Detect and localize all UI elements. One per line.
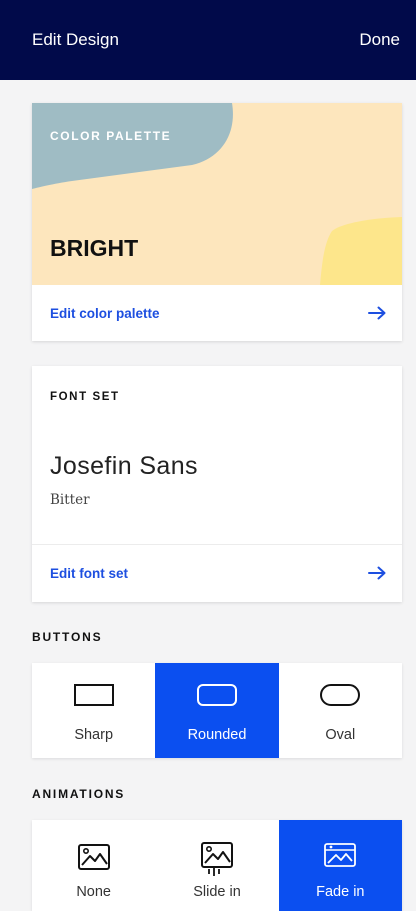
- animations-section-title: ANIMATIONS: [32, 787, 126, 801]
- option-label: Sharp: [74, 727, 114, 743]
- option-label: None: [76, 884, 111, 900]
- oval-icon: [320, 681, 361, 709]
- arrow-right-icon: [368, 566, 386, 580]
- button-style-rounded[interactable]: Rounded: [155, 663, 279, 758]
- palette-yellow-shape: [320, 217, 402, 285]
- color-palette-card: COLOR PALETTE BRIGHT Edit color palette: [32, 103, 402, 341]
- animation-selector: None Slide in Fade in: [32, 820, 402, 911]
- option-label: Oval: [325, 727, 356, 743]
- arrow-right-icon: [368, 306, 386, 320]
- primary-font-name: Josefin Sans: [50, 452, 198, 480]
- palette-blue-shape: [32, 103, 233, 189]
- animation-none[interactable]: None: [32, 820, 155, 911]
- edit-font-set-label: Edit font set: [50, 565, 128, 581]
- image-slide-icon: [200, 842, 233, 876]
- button-style-oval[interactable]: Oval: [279, 663, 402, 758]
- top-bar: Edit Design Done: [0, 0, 416, 80]
- sharp-rectangle-icon: [73, 681, 114, 709]
- palette-section-label: COLOR PALETTE: [50, 129, 172, 143]
- secondary-font-name: Bitter: [50, 492, 90, 508]
- option-label: Rounded: [187, 727, 247, 743]
- edit-font-set-link[interactable]: Edit font set: [32, 544, 402, 602]
- animation-fade-in[interactable]: Fade in: [278, 820, 402, 911]
- rounded-rectangle-icon: [196, 681, 237, 709]
- button-style-sharp[interactable]: Sharp: [32, 663, 155, 758]
- font-set-card: FONT SET Josefin Sans Bitter Edit font s…: [32, 366, 402, 602]
- font-set-label: FONT SET: [50, 391, 120, 403]
- done-button[interactable]: Done: [359, 30, 400, 50]
- page-title: Edit Design: [32, 30, 119, 49]
- image-icon: [77, 844, 110, 870]
- buttons-section-title: BUTTONS: [32, 630, 103, 644]
- edit-color-palette-label: Edit color palette: [50, 305, 160, 321]
- palette-preview: COLOR PALETTE BRIGHT: [32, 103, 402, 285]
- option-label: Fade in: [316, 884, 365, 900]
- image-fade-icon: [324, 843, 357, 867]
- option-label: Slide in: [193, 884, 241, 900]
- palette-name: BRIGHT: [50, 235, 139, 261]
- button-style-selector: Sharp Rounded Oval: [32, 663, 402, 758]
- animation-slide-in[interactable]: Slide in: [155, 820, 278, 911]
- edit-color-palette-link[interactable]: Edit color palette: [32, 285, 402, 341]
